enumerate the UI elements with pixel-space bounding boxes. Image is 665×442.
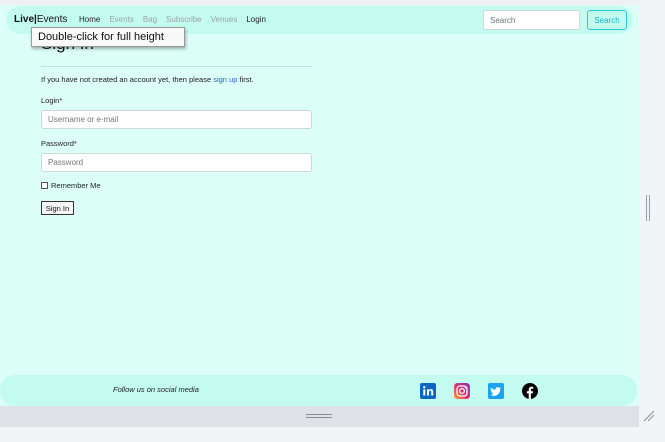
nav-home[interactable]: Home xyxy=(79,15,100,24)
nav-subscribe[interactable]: Subscribe xyxy=(166,15,202,24)
title-divider xyxy=(41,66,312,67)
brand-live: Live xyxy=(14,14,35,25)
page-viewport: Live|Events Home Events Bag Subscribe Ve… xyxy=(0,0,639,406)
corner-resize-icon[interactable] xyxy=(643,410,655,422)
nav-venues[interactable]: Venues xyxy=(211,15,238,24)
follow-us-text: Follow us on social media xyxy=(113,385,199,394)
login-field[interactable] xyxy=(41,110,312,129)
remember-me-checkbox[interactable] xyxy=(41,182,48,189)
instagram-icon[interactable] xyxy=(454,383,470,399)
resize-tooltip: Double-click for full height xyxy=(31,27,185,47)
signup-link[interactable]: sign up xyxy=(213,75,237,84)
sign-in-button[interactable]: Sign In xyxy=(41,201,74,215)
vertical-drag-handle-icon[interactable] xyxy=(646,195,652,221)
brand-logo[interactable]: Live|Events xyxy=(14,14,67,25)
intro-text-before: If you have not created an account yet, … xyxy=(41,75,214,84)
nav-bag[interactable]: Bag xyxy=(143,15,157,24)
signup-intro: If you have not created an account yet, … xyxy=(41,75,254,84)
password-label: Password* xyxy=(41,139,77,148)
password-field[interactable] xyxy=(41,153,312,172)
footer: Follow us on social media xyxy=(0,375,637,406)
nav-events[interactable]: Events xyxy=(109,15,133,24)
linkedin-icon[interactable] xyxy=(420,383,436,399)
remember-me-label[interactable]: Remember Me xyxy=(51,181,101,190)
brand-events: Events xyxy=(36,14,68,25)
nav-links: Home Events Bag Subscribe Venues Login xyxy=(79,15,275,24)
top-strip xyxy=(0,0,639,5)
search-button[interactable]: Search xyxy=(587,10,627,30)
login-label: Login* xyxy=(41,96,63,105)
resize-bar[interactable] xyxy=(0,406,639,427)
twitter-icon[interactable] xyxy=(488,383,504,399)
search-input[interactable] xyxy=(483,10,580,30)
facebook-icon[interactable] xyxy=(522,383,538,399)
resize-grip-icon[interactable] xyxy=(306,414,332,420)
nav-login[interactable]: Login xyxy=(246,15,266,24)
intro-text-after: first. xyxy=(237,75,254,84)
